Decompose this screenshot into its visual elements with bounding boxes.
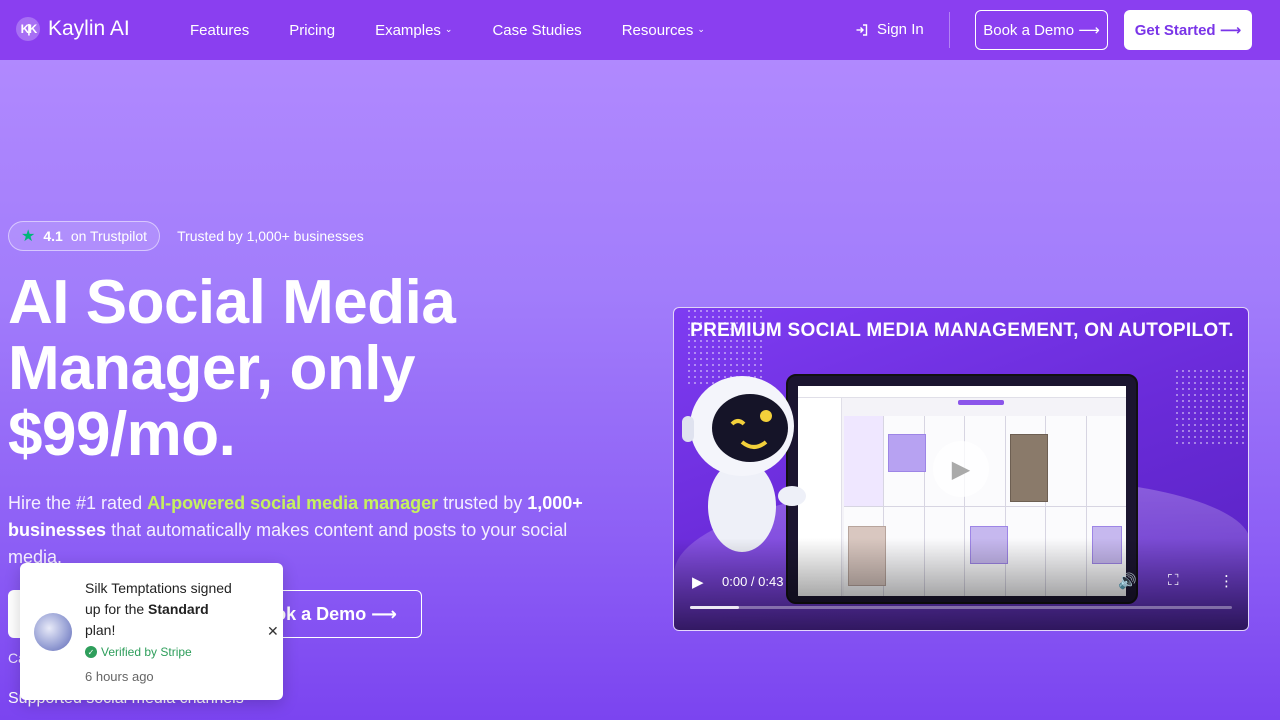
- subtext-prefix: Hire the #1 rated: [8, 493, 148, 513]
- book-demo-button[interactable]: Book a Demo ⟶: [975, 10, 1108, 50]
- sign-in-label: Sign In: [877, 21, 924, 38]
- sign-in-link[interactable]: Sign In: [855, 21, 924, 38]
- video-progress-track[interactable]: [690, 606, 1232, 609]
- chevron-down-icon: ⌄: [697, 24, 705, 34]
- sign-in-icon: [856, 23, 868, 36]
- subtext-highlight: AI-powered social media manager: [147, 493, 439, 513]
- calendar-cell: [1046, 416, 1086, 506]
- check-circle-icon: ✓: [85, 646, 97, 658]
- nav-link-label: Resources: [621, 22, 694, 39]
- calendar-cell: [844, 416, 884, 506]
- nav-link-case-studies[interactable]: Case Studies: [492, 22, 581, 39]
- calendar-cell: [1086, 416, 1126, 506]
- dot-pattern: [1174, 368, 1248, 448]
- robot-mascot-illustration: [682, 376, 806, 552]
- play-icon[interactable]: ▶: [692, 573, 704, 591]
- nav-divider: [949, 12, 950, 48]
- nav-link-pricing[interactable]: Pricing: [289, 22, 335, 39]
- verified-badge: ✓ Verified by Stripe: [85, 645, 192, 659]
- post-thumbnail: [888, 434, 926, 472]
- subtext-middle: trusted by: [438, 493, 528, 513]
- nav-link-label: Pricing: [289, 22, 336, 39]
- app-header-bar: [798, 386, 1126, 398]
- video-time: 0:00 / 0:43: [722, 574, 784, 589]
- trust-row: ★ 4.1 on Trustpilot Trusted by 1,000+ bu…: [8, 221, 364, 251]
- nav-link-label: Examples: [375, 22, 441, 39]
- video-center-play-button[interactable]: ▶: [933, 441, 989, 497]
- video-title: PREMIUM SOCIAL MEDIA MANAGEMENT, ON AUTO…: [690, 320, 1234, 341]
- hero-subtext: Hire the #1 rated AI-powered social medi…: [8, 490, 588, 571]
- brand-name: Kaylin AI: [48, 17, 130, 40]
- app-accent-button: [958, 400, 1004, 405]
- rating-value: 4.1: [43, 228, 63, 244]
- star-icon: ★: [21, 228, 36, 245]
- nav-link-examples[interactable]: Examples ⌄: [375, 22, 452, 39]
- toast-timestamp: 6 hours ago: [85, 669, 154, 684]
- toast-message: Silk Temptations signed up for the Stand…: [85, 578, 235, 641]
- post-thumbnail: [1010, 434, 1048, 502]
- brand-logo[interactable]: K|K Kaylin AI: [16, 17, 130, 41]
- nav-link-label: Case Studies: [492, 22, 582, 39]
- close-icon[interactable]: ✕: [267, 623, 279, 640]
- more-vertical-icon[interactable]: ⋮: [1219, 572, 1234, 590]
- rating-source: on Trustpilot: [70, 228, 148, 244]
- top-navbar: K|K Kaylin AI Features Pricing Examples ⌄…: [0, 0, 1280, 60]
- trustpilot-badge[interactable]: ★ 4.1 on Trustpilot: [8, 221, 161, 251]
- volume-icon[interactable]: 🔊: [1118, 572, 1137, 590]
- toast-plan-name: Standard: [148, 601, 209, 617]
- promo-video-player[interactable]: PREMIUM SOCIAL MEDIA MANAGEMENT, ON AUTO…: [673, 307, 1249, 631]
- play-icon: ▶: [951, 455, 971, 483]
- get-started-button[interactable]: Get Started ⟶: [1124, 10, 1252, 50]
- trusted-by-text: Trusted by 1,000+ businesses: [177, 228, 364, 244]
- globe-avatar-icon: [34, 613, 72, 651]
- toast-message-suffix: plan!: [85, 622, 116, 638]
- chevron-down-icon: ⌄: [444, 24, 453, 34]
- nav-link-features[interactable]: Features: [190, 22, 249, 39]
- logo-mark-icon: K|K: [16, 17, 40, 41]
- verified-label: Verified by Stripe: [101, 645, 192, 659]
- nav-link-resources[interactable]: Resources ⌄: [622, 22, 705, 39]
- fullscreen-icon[interactable]: ⛶: [1168, 572, 1179, 589]
- video-progress-fill: [690, 606, 739, 609]
- hero-headline: AI Social Media Manager, only $99/mo.: [8, 268, 456, 469]
- nav-links: Features Pricing Examples ⌄ Case Studies …: [190, 22, 705, 39]
- nav-link-label: Features: [190, 22, 250, 39]
- signup-notification-toast: Silk Temptations signed up for the Stand…: [20, 563, 283, 700]
